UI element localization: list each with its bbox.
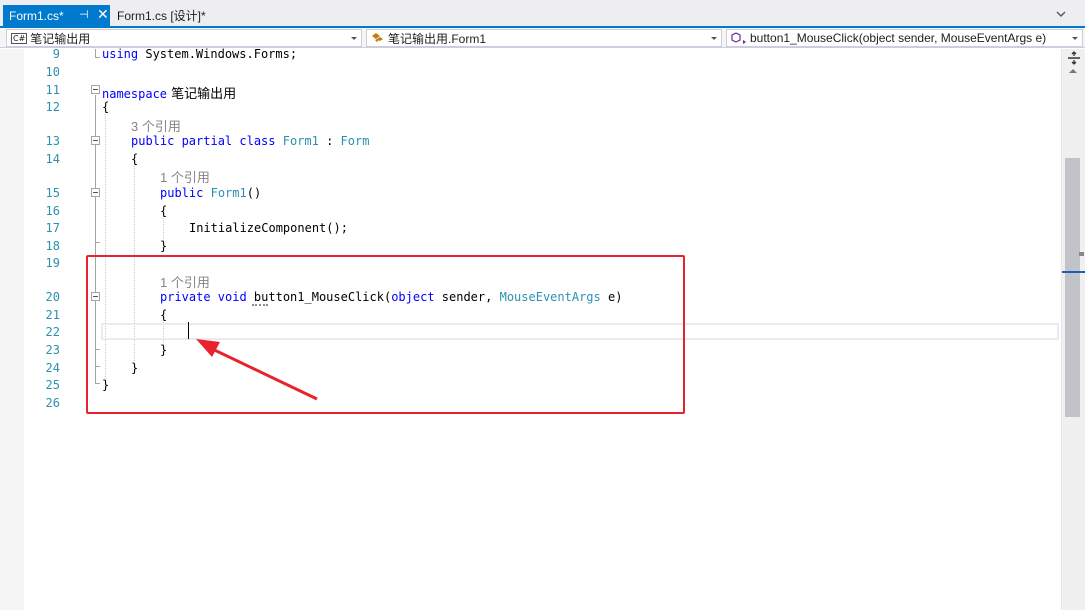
line-number: 21 bbox=[45, 308, 60, 322]
split-window-icon[interactable] bbox=[1066, 51, 1082, 65]
annotation-arrow-icon bbox=[196, 339, 318, 401]
chevron-down-icon bbox=[1072, 37, 1078, 40]
collapse-icon[interactable] bbox=[91, 85, 100, 94]
line-number: 20 bbox=[45, 290, 60, 304]
line-number: 23 bbox=[45, 343, 60, 357]
outline-guide bbox=[95, 49, 96, 57]
close-icon[interactable]: ✕ bbox=[97, 6, 109, 23]
scroll-map-marker bbox=[1079, 252, 1084, 256]
code-line-14: { bbox=[131, 152, 139, 166]
code-line-11: namespace 笔记输出用 bbox=[102, 87, 237, 102]
annotation-box bbox=[86, 255, 685, 414]
member-dropdown[interactable]: button1_MouseClick(object sender, MouseE… bbox=[726, 29, 1083, 47]
line-number: 14 bbox=[45, 152, 60, 166]
code-line-16: { bbox=[160, 204, 168, 218]
vertical-scrollbar[interactable] bbox=[1061, 49, 1085, 610]
codelens-references[interactable]: 1 个引用 bbox=[160, 167, 210, 186]
outline-guide bbox=[95, 57, 100, 58]
code-line-12: { bbox=[102, 100, 110, 114]
line-number: 10 bbox=[45, 65, 60, 79]
project-dropdown[interactable]: C# 笔记输出用 bbox=[6, 29, 362, 47]
member-dropdown-value: button1_MouseClick(object sender, MouseE… bbox=[750, 31, 1047, 45]
code-line-15: public Form1() bbox=[160, 186, 262, 200]
chevron-down-icon bbox=[351, 37, 357, 40]
collapse-icon[interactable] bbox=[91, 188, 100, 197]
line-number: 25 bbox=[45, 378, 60, 392]
indicator-margin bbox=[0, 49, 24, 610]
line-number: 24 bbox=[45, 361, 60, 375]
method-icon bbox=[731, 31, 746, 44]
line-number: 16 bbox=[45, 204, 60, 218]
code-line-18: } bbox=[160, 239, 168, 253]
codelens-references[interactable]: 3 个引用 bbox=[131, 116, 181, 135]
caret-position-marker bbox=[1062, 271, 1085, 273]
line-number: 15 bbox=[45, 186, 60, 200]
chevron-down-icon[interactable] bbox=[1055, 8, 1067, 20]
collapse-icon[interactable] bbox=[91, 136, 100, 145]
line-number: 26 bbox=[45, 396, 60, 410]
tab-label: Form1.cs [设计]* bbox=[117, 9, 206, 23]
line-number: 18 bbox=[45, 239, 60, 253]
navigation-bar: C# 笔记输出用 笔记输出用.Form1 button1_MouseClick(… bbox=[0, 28, 1085, 48]
outline-guide bbox=[95, 242, 100, 243]
code-editor[interactable]: 9 10 11 12 13 14 15 16 17 18 19 20 21 22… bbox=[0, 47, 1061, 610]
line-number: 9 bbox=[52, 47, 60, 61]
chevron-down-icon bbox=[711, 37, 717, 40]
line-number: 12 bbox=[45, 100, 60, 114]
line-number: 22 bbox=[45, 325, 60, 339]
code-line-13: public partial class Form1 : Form bbox=[131, 134, 370, 148]
tab-label: Form1.cs* bbox=[9, 8, 64, 23]
line-number: 11 bbox=[45, 83, 60, 97]
document-tab-strip: Form1.cs* ⊣ ✕ Form1.cs [设计]* bbox=[0, 0, 1085, 28]
type-dropdown[interactable]: 笔记输出用.Form1 bbox=[366, 29, 722, 47]
tab-form1-designer[interactable]: Form1.cs [设计]* bbox=[111, 5, 212, 26]
code-line-9: using System.Windows.Forms; bbox=[102, 47, 298, 61]
line-number: 17 bbox=[45, 221, 60, 235]
type-dropdown-value: 笔记输出用.Form1 bbox=[388, 31, 487, 46]
scrollbar-thumb[interactable] bbox=[1065, 158, 1080, 417]
csharp-project-icon: C# bbox=[11, 32, 28, 44]
tab-form1-cs[interactable]: Form1.cs* ⊣ ✕ bbox=[3, 5, 110, 26]
line-number: 13 bbox=[45, 134, 60, 148]
pin-icon[interactable]: ⊣ bbox=[79, 8, 89, 21]
line-number: 19 bbox=[45, 256, 60, 270]
code-line-17: InitializeComponent(); bbox=[189, 221, 348, 235]
scroll-up-icon[interactable] bbox=[1067, 67, 1079, 75]
project-dropdown-value: 笔记输出用 bbox=[30, 31, 91, 46]
class-icon bbox=[372, 33, 383, 42]
